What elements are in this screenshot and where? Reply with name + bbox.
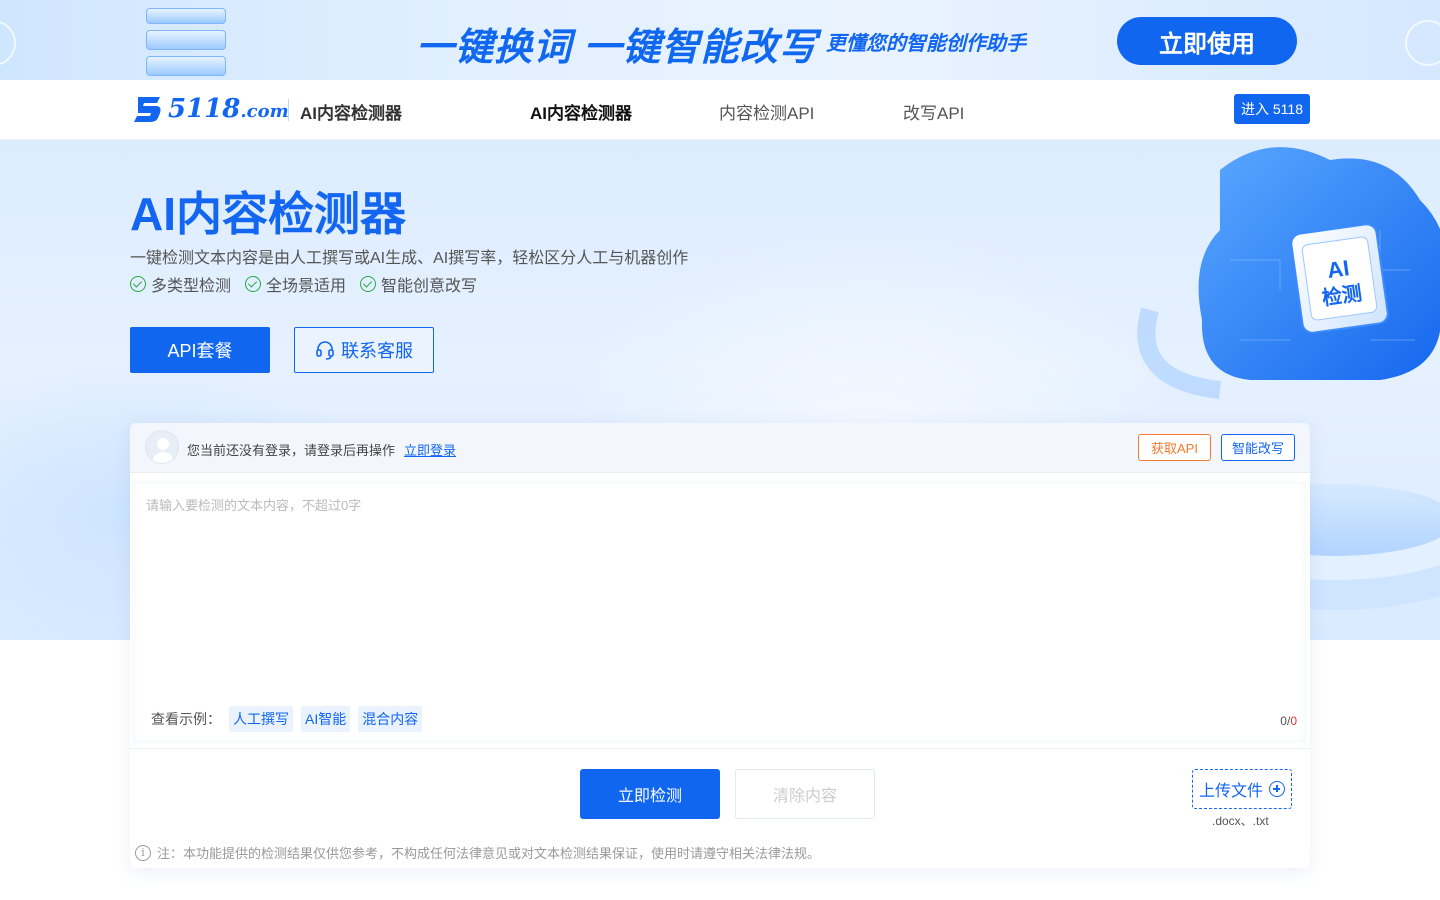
banner-use-now-button[interactable]: 立即使用	[1117, 17, 1297, 65]
nav-link-detect-api[interactable]: 内容检测API	[719, 99, 814, 124]
upload-file-button[interactable]: 上传文件	[1192, 769, 1292, 809]
smart-rewrite-button[interactable]: 智能改写	[1221, 434, 1295, 461]
svg-text:AI: AI	[1326, 255, 1351, 283]
panel-footer: 立即检测 清除内容 上传文件 .docx、.txt	[130, 748, 1310, 838]
site-logo[interactable]: 5118.com	[132, 92, 289, 126]
page-title: AI内容检测器	[130, 188, 406, 240]
content-textarea[interactable]	[132, 481, 1306, 743]
examples-label: 查看示例：	[151, 711, 221, 727]
feature-item: 全场景适用	[245, 272, 346, 296]
server-illustration	[146, 0, 226, 80]
upload-file-types: .docx、.txt	[1212, 814, 1269, 828]
login-link[interactable]: 立即登录	[404, 440, 456, 459]
api-plan-button[interactable]: API套餐	[130, 327, 270, 373]
contact-service-button[interactable]: 联系客服	[294, 327, 434, 373]
panel-header: 您当前还没有登录，请登录后再操作 立即登录 获取API 智能改写	[130, 423, 1310, 473]
banner-subtitle: 更懂您的智能创作助手	[826, 33, 1026, 55]
check-circle-icon	[130, 276, 146, 292]
banner-title: 一键换词 一键智能改写	[416, 27, 818, 69]
decor-ring	[0, 20, 16, 66]
detect-now-button[interactable]: 立即检测	[580, 769, 720, 819]
logo-divider	[288, 99, 289, 121]
char-counter: 0/0	[1280, 714, 1297, 728]
feature-item: 智能创意改写	[360, 272, 477, 296]
example-mixed-tag[interactable]: 混合内容	[358, 706, 423, 732]
examples-row: 查看示例： 人工撰写 AI智能 混合内容	[151, 706, 423, 732]
logo-text: 5118.com	[168, 94, 289, 124]
feature-item: 多类型检测	[130, 272, 231, 296]
top-nav: 5118.com AI内容检测器 AI内容检测器 内容检测API 改写API 进…	[0, 80, 1440, 140]
logo-icon	[134, 97, 161, 122]
detector-panel: 您当前还没有登录，请登录后再操作 立即登录 获取API 智能改写 查看示例： 人…	[130, 423, 1310, 868]
clear-content-button[interactable]: 清除内容	[735, 769, 875, 819]
disclaimer-text: 注：本功能提供的检测结果仅供您参考，不构成任何法律意见或对文本检测结果保证，使用…	[157, 846, 821, 861]
plus-circle-icon	[1269, 781, 1285, 797]
feature-list: 多类型检测 全场景适用 智能创意改写	[130, 272, 477, 296]
promo-banner[interactable]: 一键换词 一键智能改写 更懂您的智能创作助手 立即使用	[0, 0, 1440, 80]
login-status-text: 您当前还没有登录，请登录后再操作	[187, 443, 396, 458]
nav-link-ai-detector[interactable]: AI内容检测器	[530, 99, 632, 124]
example-human-tag[interactable]: 人工撰写	[229, 706, 293, 732]
logo-product-name: AI内容检测器	[300, 104, 402, 123]
check-circle-icon	[245, 276, 262, 292]
info-icon: i	[135, 844, 151, 861]
example-ai-tag[interactable]: AI智能	[301, 706, 351, 732]
enter-5118-button[interactable]: 进入 5118	[1234, 94, 1310, 124]
nav-link-rewrite-api[interactable]: 改写API	[903, 99, 964, 124]
headset-icon	[316, 341, 334, 360]
disclaimer-notice: i 注：本功能提供的检测结果仅供您参考，不构成任何法律意见或对文本检测结果保证，…	[135, 843, 820, 862]
get-api-button[interactable]: 获取API	[1138, 434, 1211, 461]
page-description: 一键检测文本内容是由人工撰写或AI生成、AI撰写率，轻松区分人工与机器创作	[130, 250, 689, 267]
avatar[interactable]	[145, 430, 179, 464]
decor-ring	[1405, 20, 1440, 66]
check-circle-icon	[360, 276, 377, 292]
